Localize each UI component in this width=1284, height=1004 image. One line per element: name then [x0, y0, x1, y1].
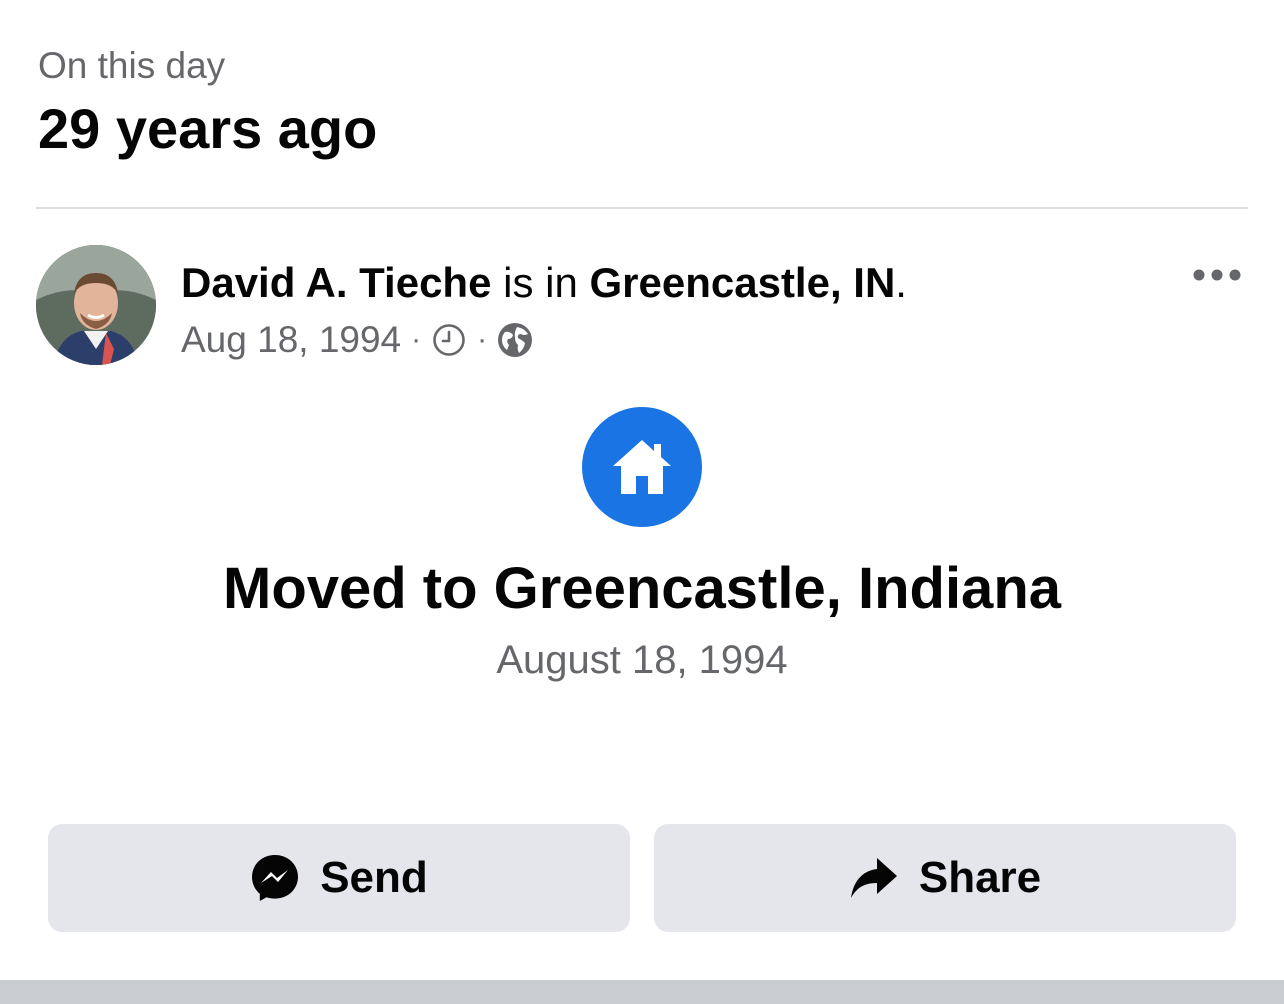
avatar-photo — [36, 245, 156, 365]
send-label: Send — [320, 853, 428, 902]
clock-icon — [431, 322, 467, 358]
more-options-button[interactable] — [1190, 256, 1244, 294]
share-arrow-icon — [849, 853, 899, 903]
bottom-separator — [0, 980, 1284, 1004]
trailing-period: . — [895, 259, 907, 306]
share-label: Share — [918, 853, 1042, 902]
post-date[interactable]: Aug 18, 1994 — [181, 316, 401, 364]
life-event: Moved to Greencastle, Indiana August 18,… — [0, 407, 1284, 687]
post-meta: David A. Tieche is in Greencastle, IN. A… — [181, 254, 907, 364]
home-icon-badge — [582, 407, 702, 527]
event-date: August 18, 1994 — [496, 638, 788, 682]
event-title: Moved to Greencastle, Indiana — [223, 556, 1061, 621]
divider — [36, 207, 1248, 209]
separator-dot: · — [411, 323, 422, 356]
location-link[interactable]: Greencastle, IN — [589, 259, 895, 306]
separator-dot-2: · — [477, 323, 488, 356]
post-subline: Aug 18, 1994 · · — [181, 316, 907, 364]
globe-icon[interactable] — [497, 322, 533, 358]
share-button[interactable]: Share — [654, 824, 1236, 932]
author-line: David A. Tieche is in Greencastle, IN. — [181, 254, 907, 312]
avatar[interactable] — [36, 245, 156, 365]
send-button[interactable]: Send — [48, 824, 630, 932]
memory-eyebrow: On this day — [38, 45, 226, 86]
home-icon — [613, 440, 671, 494]
messenger-icon — [250, 853, 300, 903]
author-name[interactable]: David A. Tieche — [181, 259, 491, 306]
memory-title: 29 years ago — [38, 97, 378, 160]
more-options-icon — [1193, 269, 1241, 281]
connector-text: is in — [491, 259, 590, 306]
memory-header: On this day 29 years ago — [38, 40, 377, 164]
